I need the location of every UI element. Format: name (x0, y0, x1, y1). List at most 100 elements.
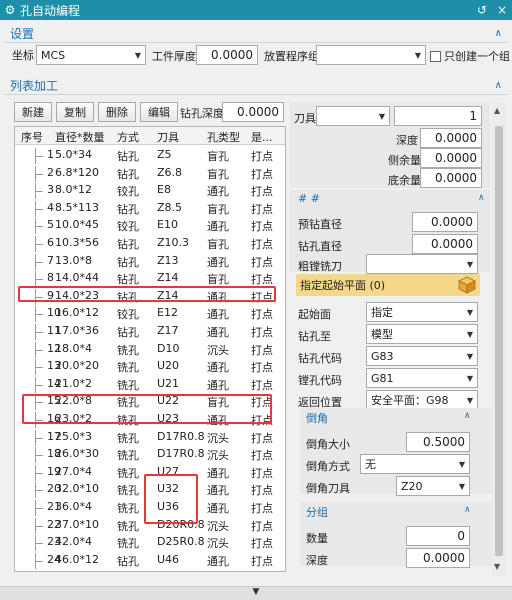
list-section-header[interactable]: 列表加工 ∧ (4, 76, 508, 94)
table-cell: 铣孔 (117, 537, 139, 551)
column-header[interactable]: 刀具 (157, 129, 179, 145)
table-cell: 4 (47, 200, 54, 214)
table-cell: 1 (47, 148, 54, 161)
table-cell: Z5 (157, 148, 172, 161)
table-row[interactable]: 10 16.0*12 铰孔 E12 通孔 打点 (15, 305, 285, 323)
edit-button[interactable]: 编辑 (140, 102, 178, 122)
table-cell: 通孔 (207, 290, 229, 304)
bore-code-combo[interactable]: G81 ▼ (366, 368, 478, 388)
column-header[interactable]: 直径*数量 (55, 129, 105, 145)
gear-icon[interactable]: ⚙ (0, 3, 20, 17)
only-one-row[interactable]: 只创建一个组 (430, 48, 510, 64)
tree-line (35, 500, 47, 516)
bottom-expand-bar[interactable]: ▼ (0, 586, 512, 600)
drill-to-value: 模型 (371, 328, 393, 341)
table-row[interactable]: 7 13.0*8 钻孔 Z13 通孔 打点 (15, 253, 285, 270)
thickness-input[interactable]: 0.0000 (196, 45, 258, 65)
table-row[interactable]: 17 25.0*3 铣孔 D17R0.8 沉头 打点 (15, 429, 285, 446)
drill-to-combo[interactable]: 模型 ▼ (366, 324, 478, 344)
table-row[interactable]: 24 46.0*12 钻孔 U46 通孔 打点 (15, 552, 285, 569)
drill-code-combo[interactable]: G83 ▼ (366, 346, 478, 366)
hole-table[interactable]: 序号 直径*数量 方式 刀具 孔类型 是... 1 5.0*34 钻孔 Z5 盲孔 打点 2… (14, 126, 286, 572)
scroll-up-icon[interactable]: ▲ (494, 106, 500, 115)
side-allowance-input[interactable]: 0.0000 (420, 148, 482, 168)
chamfer-tool-combo[interactable]: Z20 ▼ (396, 476, 470, 496)
table-cell: 打点 (251, 167, 273, 181)
table-row[interactable]: 3 8.0*12 铰孔 E8 通孔 打点 (15, 182, 285, 200)
table-cell: 通孔 (207, 185, 229, 199)
cube-icon[interactable] (458, 276, 476, 294)
chamfer-mode-label: 倒角方式 (306, 460, 350, 473)
table-cell: 打点 (251, 238, 273, 251)
dropdown-arrow-icon: ▼ (378, 111, 385, 121)
right-panel-scrollbar[interactable]: ▲ ▼ (492, 102, 506, 576)
column-header[interactable]: 序号 (21, 129, 43, 145)
table-row[interactable]: 1 5.0*34 钻孔 Z5 盲孔 打点 (15, 147, 285, 164)
table-row[interactable]: 12 18.0*4 铣孔 D10 沉头 打点 (15, 341, 285, 358)
group-section-header[interactable]: 分组 (306, 504, 328, 520)
table-row[interactable]: 13 20.0*20 铣孔 U20 通孔 打点 (15, 358, 285, 376)
bottom-allowance-label: 底余量 (388, 174, 421, 187)
chamfer-size-input[interactable]: 0.5000 (406, 432, 470, 452)
table-row[interactable]: 9 14.0*23 钻孔 Z14 通孔 打点 (15, 288, 285, 305)
table-row[interactable]: 8 14.0*44 钻孔 Z14 盲孔 打点 (15, 270, 285, 288)
copy-button[interactable]: 复制 (56, 102, 94, 122)
table-cell: 盲孔 (207, 167, 229, 181)
bottom-allowance-input[interactable]: 0.0000 (420, 168, 482, 188)
return-combo[interactable]: 安全平面：G98 ▼ (366, 390, 478, 410)
table-row[interactable]: 11 17.0*36 钻孔 Z17 通孔 打点 (15, 323, 285, 340)
rough-bore-combo[interactable]: ▼ (366, 254, 478, 274)
chamfer-section-header[interactable]: 倒角 (306, 410, 328, 426)
title-bar: ⚙ 孔自动编程 ↺ × (0, 0, 512, 20)
coord-combo[interactable]: MCS ▼ (36, 45, 146, 65)
collapse-caret-icon[interactable]: ∧ (495, 28, 502, 39)
table-cell: U22 (157, 394, 180, 408)
restore-icon[interactable]: ↺ (472, 3, 492, 17)
table-row[interactable]: 6 10.3*56 钻孔 Z10.3 盲孔 打点 (15, 235, 285, 252)
table-cell: 46.0*12 (55, 552, 99, 566)
close-icon[interactable]: × (492, 3, 512, 17)
table-row[interactable]: 4 8.5*113 钻孔 Z8.5 盲孔 打点 (15, 200, 285, 217)
count-input[interactable]: 0 (406, 526, 470, 546)
collapse-caret-icon[interactable]: ∧ (495, 80, 502, 91)
coord-label: 坐标 (12, 49, 34, 62)
settings-section-header[interactable]: 设置 ∧ (4, 24, 508, 42)
start-plane-button[interactable]: 指定起始平面 (0) (296, 274, 480, 296)
table-cell: Z6.8 (157, 165, 183, 179)
column-header[interactable]: 方式 (117, 129, 139, 145)
only-one-checkbox[interactable] (430, 50, 441, 62)
start-face-combo[interactable]: 指定 ▼ (366, 302, 478, 322)
tool-number-input[interactable]: 1 (394, 106, 482, 126)
delete-button[interactable]: 删除 (98, 102, 136, 122)
table-cell: 21.0*2 (55, 376, 92, 390)
drill-dia-input[interactable]: 0.0000 (412, 234, 478, 254)
table-row[interactable]: 20 32.0*10 铣孔 U32 通孔 打点 (15, 481, 285, 499)
bore-code-label: 镗孔代码 (298, 374, 342, 387)
table-row[interactable]: 16 23.0*2 铣孔 U23 通孔 打点 (15, 411, 285, 428)
scroll-down-icon[interactable]: ▼ (494, 562, 500, 571)
scrollbar-thumb[interactable] (495, 126, 503, 556)
drill-depth-input[interactable]: 0.0000 (222, 102, 284, 122)
group-combo[interactable]: ▼ (316, 45, 426, 65)
table-row[interactable]: 15 22.0*8 铣孔 U22 盲孔 打点 (15, 393, 285, 411)
chamfer-mode-combo[interactable]: 无 ▼ (360, 454, 470, 474)
table-row[interactable]: 5 10.0*45 铰孔 E10 通孔 打点 (15, 217, 285, 235)
hash-section-header[interactable]: # # (298, 192, 320, 205)
table-row[interactable]: 23 42.0*4 铣孔 D25R0.8 沉头 打点 (15, 534, 285, 552)
chevron-down-icon[interactable]: ▼ (253, 587, 260, 597)
table-row[interactable]: 21 36.0*4 铣孔 U36 通孔 打点 (15, 499, 285, 516)
column-header[interactable]: 孔类型 (207, 129, 240, 145)
table-row[interactable]: 2 6.8*120 钻孔 Z6.8 盲孔 打点 (15, 165, 285, 182)
table-row[interactable]: 18 26.0*30 铣孔 D17R0.8 沉头 打点 (15, 446, 285, 464)
table-cell: 18.0*4 (55, 341, 92, 355)
depth-input[interactable]: 0.0000 (420, 128, 482, 148)
table-cell: Z14 (157, 271, 179, 285)
table-row[interactable]: 19 27.0*4 铣孔 U27 通孔 打点 (15, 464, 285, 481)
group-depth-input[interactable]: 0.0000 (406, 548, 470, 568)
table-row[interactable]: 14 21.0*2 铣孔 U21 通孔 打点 (15, 376, 285, 393)
pre-drill-input[interactable]: 0.0000 (412, 212, 478, 232)
tool-combo[interactable]: ▼ (316, 106, 390, 126)
new-button[interactable]: 新建 (14, 102, 52, 122)
column-header[interactable]: 是... (251, 129, 273, 145)
table-row[interactable]: 22 37.0*10 铣孔 D20R0.8 沉头 打点 (15, 517, 285, 534)
